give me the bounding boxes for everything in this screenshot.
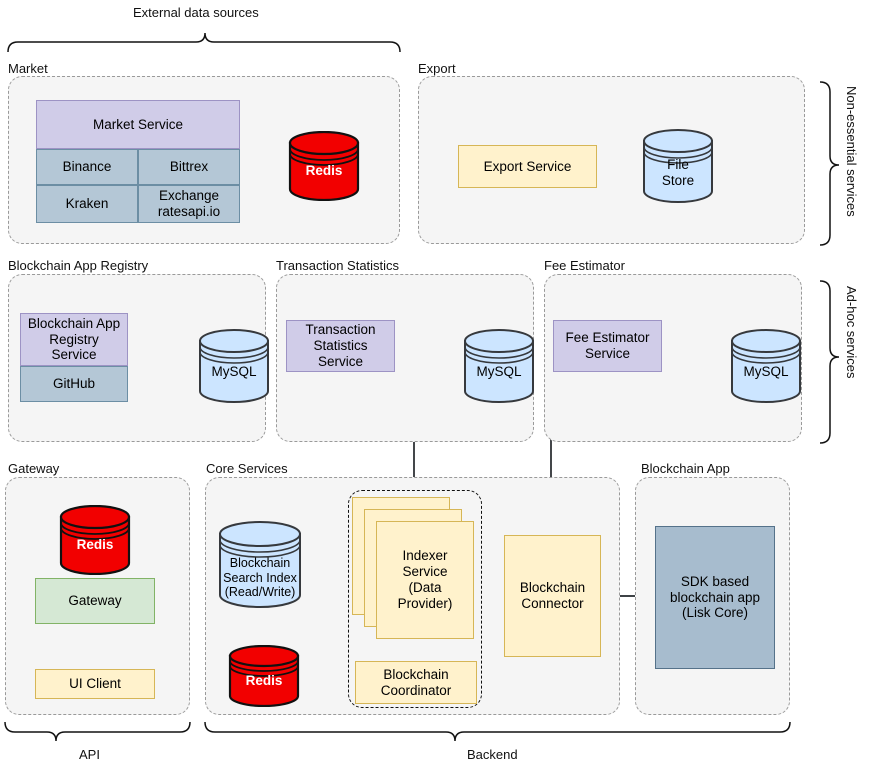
cylinder-gateway-redis-label: Redis	[76, 537, 114, 552]
indexer-sheet-front[interactable]: Indexer Service (Data Provider)	[376, 521, 474, 639]
group-label-export: Export	[418, 61, 456, 76]
node-ui-client[interactable]: UI Client	[35, 669, 155, 699]
node-binance[interactable]: Binance	[36, 149, 138, 185]
group-label-gateway: Gateway	[8, 461, 60, 476]
architecture-diagram: Market Market Service Binance Bittrex Kr…	[0, 0, 881, 774]
group-label-blockchain-app: Blockchain App	[641, 461, 730, 476]
node-blockchain-connector[interactable]: Blockchain Connector	[504, 535, 601, 657]
node-registry-service[interactable]: Blockchain App Registry Service	[20, 313, 128, 366]
node-exchange-ratesapi[interactable]: Exchange ratesapi.io	[138, 185, 240, 223]
node-export-service[interactable]: Export Service	[458, 145, 597, 188]
node-sdk-blockchain-app[interactable]: SDK based blockchain app (Lisk Core)	[655, 526, 775, 669]
node-fee-estimator-service[interactable]: Fee Estimator Service	[553, 320, 662, 372]
cylinder-file-store-label: File Store	[661, 157, 695, 188]
brace-label-adhoc-services: Ad-hoc services	[844, 286, 859, 379]
cylinder-file-store[interactable]: File Store	[642, 129, 714, 203]
cylinder-fee-estimator-mysql-label: MySQL	[743, 364, 789, 379]
node-kraken[interactable]: Kraken	[36, 185, 138, 223]
cylinder-core-redis[interactable]: Redis	[228, 645, 300, 707]
node-bittrex[interactable]: Bittrex	[138, 149, 240, 185]
node-github[interactable]: GitHub	[20, 366, 128, 402]
cylinder-blockchain-search-index[interactable]: Blockchain Search Index (Read/Write)	[218, 521, 302, 609]
brace-label-non-essential-services: Non-essential services	[844, 86, 859, 217]
node-blockchain-coordinator[interactable]: Blockchain Coordinator	[355, 661, 477, 704]
cylinder-market-redis[interactable]: Redis	[288, 131, 360, 201]
group-label-market: Market	[8, 61, 48, 76]
group-label-blockchain-app-registry: Blockchain App Registry	[8, 258, 149, 273]
brace-label-api: API	[79, 747, 100, 762]
cylinder-registry-mysql-label: MySQL	[211, 364, 257, 379]
cylinder-blockchain-search-index-label: Blockchain Search Index (Read/Write)	[223, 556, 297, 599]
group-label-core-services: Core Services	[206, 461, 288, 476]
cylinder-market-redis-label: Redis	[305, 163, 343, 178]
cylinder-fee-estimator-mysql[interactable]: MySQL	[730, 329, 802, 403]
group-label-fee-estimator: Fee Estimator	[544, 258, 625, 273]
brace-label-backend: Backend	[467, 747, 518, 762]
node-market-service[interactable]: Market Service	[36, 100, 240, 149]
cylinder-transaction-statistics-mysql-label: MySQL	[476, 364, 522, 379]
cylinder-gateway-redis[interactable]: Redis	[59, 505, 131, 575]
node-indexer-service[interactable]: Indexer Service (Data Provider)	[352, 497, 474, 641]
brace-label-external-data-sources: External data sources	[133, 5, 259, 20]
group-label-transaction-statistics: Transaction Statistics	[276, 258, 400, 273]
node-gateway[interactable]: Gateway	[35, 578, 155, 624]
cylinder-registry-mysql[interactable]: MySQL	[198, 329, 270, 403]
node-transaction-statistics-service[interactable]: Transaction Statistics Service	[286, 320, 395, 372]
cylinder-core-redis-label: Redis	[245, 673, 283, 688]
cylinder-transaction-statistics-mysql[interactable]: MySQL	[463, 329, 535, 403]
